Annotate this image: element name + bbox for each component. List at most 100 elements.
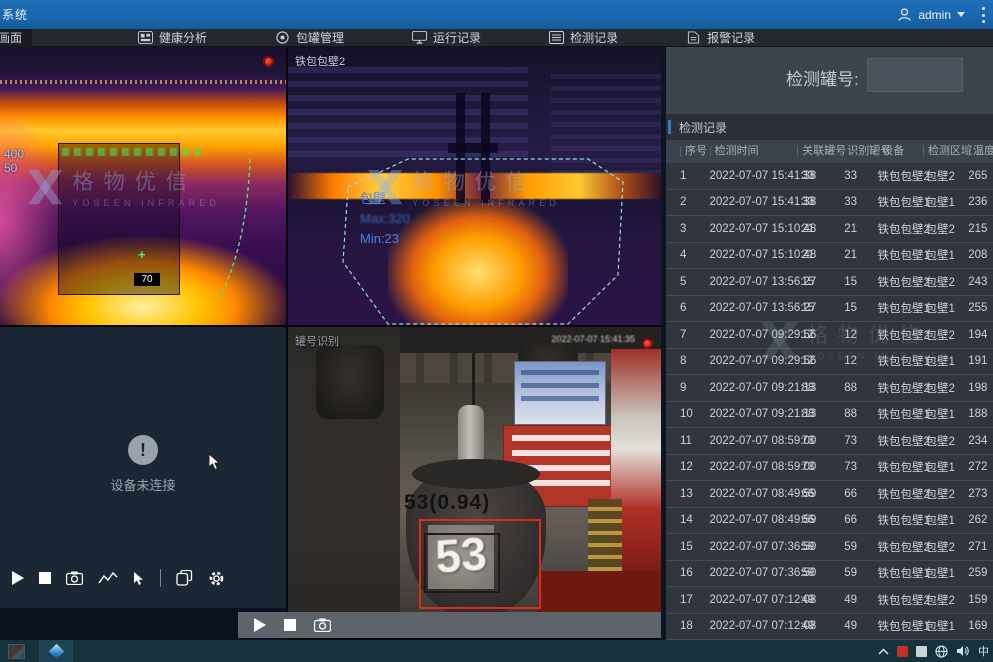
thermal-view-right[interactable]: 包壁 Max:320 Min:23 格物优信 YOSEEN INFRARED 铁… [288,47,661,325]
table-row[interactable]: 112022-07-07 08:59:007373铁包包壁2包壁2234 [666,428,993,455]
tab-alarm-records[interactable]: 报警记录 [676,29,765,47]
column-header[interactable]: 序号 [680,146,710,157]
table-cell: 2022-07-07 15:10:48 [709,223,801,235]
table-cell: 包壁2 [925,539,968,555]
tank-query-label: 检测罐号: [786,65,859,90]
document-icon [686,31,701,44]
play-button[interactable] [254,618,266,632]
chevron-down-icon [957,12,965,17]
table-row[interactable]: 12022-07-07 15:41:383333铁包包壁2包壁2265 [666,163,993,190]
table-row[interactable]: 62022-07-07 13:56:271515铁包包壁1包壁1255 [666,296,993,323]
tray-recorder-icon[interactable] [897,646,908,657]
user-menu[interactable]: admin [897,0,965,29]
detection-confidence-label: 53(0.94) [404,491,490,515]
table-cell: 包壁1 [925,565,968,581]
tab-run-records[interactable]: 运行记录 [402,29,491,47]
play-button[interactable] [12,571,24,585]
user-icon [897,7,912,22]
table-row[interactable]: 102022-07-07 09:21:138888铁包包壁1包壁1188 [666,402,993,429]
snapshot-button[interactable] [66,571,83,585]
stop-button[interactable] [39,572,51,584]
table-cell: 12 [844,355,877,367]
table-cell: 包壁1 [925,247,968,263]
table-cell: 88 [844,408,877,420]
table-cell: 16 [680,567,709,579]
table-row[interactable]: 92022-07-07 09:21:138888铁包包壁2包壁2198 [666,375,993,402]
table-row[interactable]: 142022-07-07 08:49:596666铁包包壁1包壁1262 [666,508,993,535]
table-cell: 铁包包壁1 [877,512,925,528]
table-cell: 2022-07-07 08:59:00 [709,461,801,473]
pointer-tool-button[interactable] [133,571,145,586]
table-row[interactable]: 22022-07-07 15:41:383333铁包包壁1包壁1236 [666,190,993,217]
table-cell: 铁包包壁2 [877,221,925,237]
record-indicator-icon [642,338,653,349]
table-row[interactable]: 172022-07-07 07:12:084949铁包包壁2包壁2159 [666,587,993,614]
offline-view[interactable]: ! 设备未连接 [0,327,286,608]
table-row[interactable]: 52022-07-07 13:56:271515铁包包壁2包壁2243 [666,269,993,296]
tank-number-input[interactable] [867,58,963,92]
table-row[interactable]: 72022-07-07 09:29:561212铁包包壁2包壁2194 [666,322,993,349]
table-row[interactable]: 42022-07-07 15:10:482121铁包包壁1包壁1208 [666,243,993,270]
table-cell: 2022-07-07 08:49:59 [709,514,801,526]
tray-network-globe-icon[interactable] [935,645,948,658]
table-cell: 215 [968,223,993,235]
table-row[interactable]: 132022-07-07 08:49:596666铁包包壁2包壁2273 [666,481,993,508]
table-row[interactable]: 162022-07-07 07:36:505959铁包包壁1包壁1259 [666,561,993,588]
table-cell: 21 [844,223,877,235]
tray-chevron-up-icon[interactable] [878,648,889,655]
table-row[interactable]: 32022-07-07 15:10:482121铁包包壁2包壁2215 [666,216,993,243]
overflow-menu-icon[interactable] [981,7,985,23]
table-cell: 73 [801,461,844,473]
taskbar-active-app[interactable] [39,640,73,662]
detection-bounding-box [419,519,541,609]
table-cell: 66 [844,488,877,500]
video-toolbar-left [0,566,286,590]
table-cell: 包壁1 [925,194,968,210]
column-header[interactable]: 识别罐号 [842,146,877,157]
mouse-cursor [208,453,222,471]
table-cell: 包壁1 [925,353,968,369]
column-header[interactable]: 关联罐号 [797,146,842,157]
table-cell: 12 [680,461,709,473]
monitor-icon [412,31,427,44]
records-table-body: 12022-07-07 15:41:383333铁包包壁2包壁226522022… [666,163,993,640]
tab-ladle-management[interactable]: 包罐管理 [265,29,354,47]
column-header[interactable]: 检测时间 [710,146,798,157]
copy-layout-button[interactable] [176,570,193,586]
titlebar: 系统 admin [0,0,993,29]
table-cell: 1 [680,170,709,182]
table-cell: 5 [680,276,709,288]
table-cell: 2022-07-07 09:21:13 [709,408,801,420]
settings-gear-button[interactable] [208,570,225,587]
table-cell: 66 [801,488,844,500]
table-cell: 铁包包壁1 [877,353,925,369]
table-cell: 88 [801,408,844,420]
tab-screen[interactable]: 画面 [0,29,32,47]
column-header[interactable]: 温度 [968,146,993,157]
table-row[interactable]: 152022-07-07 07:36:505959铁包包壁2包壁2271 [666,534,993,561]
table-cell: 243 [968,276,993,288]
tray-volume-icon[interactable] [956,645,970,657]
visible-camera-view[interactable]: 53 53(0.94) 罐号识别 2022-07-07 15:41:35 [288,327,661,612]
tray-ime-indicator[interactable]: 中 [978,643,989,659]
table-cell: 49 [844,594,877,606]
column-header[interactable]: 设备 [877,146,923,157]
table-cell: 236 [968,196,993,208]
table-row[interactable]: 82022-07-07 09:29:561212铁包包壁1包壁1191 [666,349,993,376]
tab-health-analysis[interactable]: 健康分析 [128,29,217,47]
column-header[interactable]: 检测区域 [923,146,968,157]
thermal-view-left[interactable]: 400 50 + 70 格物优信 YOSEEN INFRARED [0,47,286,325]
table-cell: 73 [801,435,844,447]
stop-button[interactable] [284,619,296,631]
table-cell: 33 [844,170,877,182]
warning-icon: ! [128,435,158,465]
table-cell: 铁包包壁2 [877,592,925,608]
table-cell: 11 [680,435,709,447]
trend-chart-button[interactable] [98,571,118,585]
table-row[interactable]: 122022-07-07 08:59:007373铁包包壁1包壁1272 [666,455,993,482]
tab-detection-records[interactable]: 检测记录 [539,29,628,47]
table-row[interactable]: 182022-07-07 07:12:084949铁包包壁1包壁1169 [666,614,993,641]
taskbar-app-icon[interactable] [8,644,25,659]
snapshot-button[interactable] [314,618,331,632]
tray-window-icon[interactable] [916,646,927,657]
